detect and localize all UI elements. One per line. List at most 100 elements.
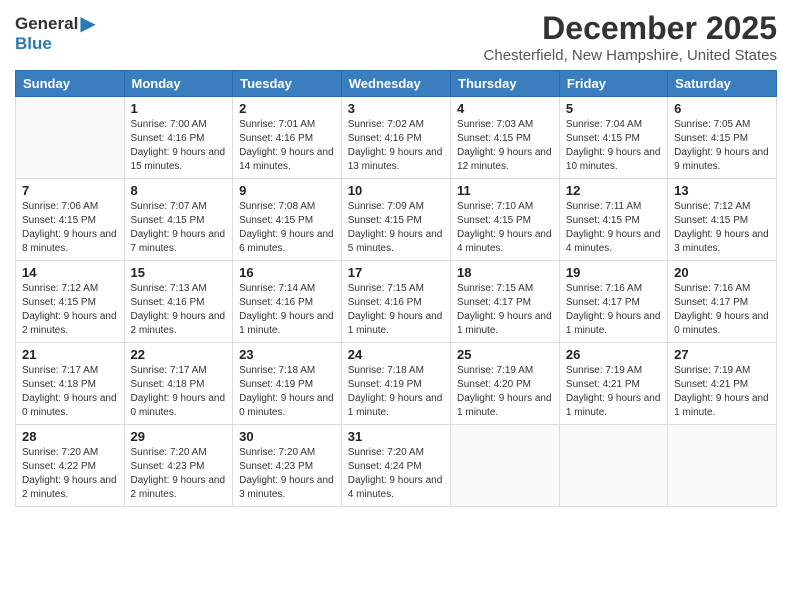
- sunrise-time: Sunrise: 7:18 AM: [348, 365, 424, 376]
- calendar-cell: [668, 425, 777, 507]
- day-info: Sunrise: 7:20 AMSunset: 4:22 PMDaylight:…: [22, 446, 118, 502]
- day-info: Sunrise: 7:18 AMSunset: 4:19 PMDaylight:…: [239, 364, 335, 420]
- daylight-hours: Daylight: 9 hours and 1 minute.: [674, 393, 769, 418]
- sunset-time: Sunset: 4:16 PM: [131, 133, 205, 144]
- day-number: 29: [131, 429, 227, 444]
- logo-general: General: [15, 14, 78, 34]
- sunrise-time: Sunrise: 7:16 AM: [566, 283, 642, 294]
- daylight-hours: Daylight: 9 hours and 2 minutes.: [131, 311, 226, 336]
- day-info: Sunrise: 7:01 AMSunset: 4:16 PMDaylight:…: [239, 118, 335, 174]
- sunrise-time: Sunrise: 7:20 AM: [131, 447, 207, 458]
- day-info: Sunrise: 7:12 AMSunset: 4:15 PMDaylight:…: [22, 282, 118, 338]
- sunrise-time: Sunrise: 7:11 AM: [566, 201, 641, 212]
- daylight-hours: Daylight: 9 hours and 2 minutes.: [22, 475, 117, 500]
- sunset-time: Sunset: 4:19 PM: [348, 379, 422, 390]
- daylight-hours: Daylight: 9 hours and 3 minutes.: [674, 229, 769, 254]
- sunset-time: Sunset: 4:18 PM: [131, 379, 205, 390]
- title-area: December 2025 Chesterfield, New Hampshir…: [484, 10, 777, 64]
- day-number: 25: [457, 347, 553, 362]
- calendar-header-friday: Friday: [559, 71, 667, 97]
- daylight-hours: Daylight: 9 hours and 0 minutes.: [239, 393, 334, 418]
- day-info: Sunrise: 7:10 AMSunset: 4:15 PMDaylight:…: [457, 200, 553, 256]
- calendar-header-tuesday: Tuesday: [233, 71, 342, 97]
- calendar-week-row: 21Sunrise: 7:17 AMSunset: 4:18 PMDayligh…: [16, 343, 777, 425]
- sunset-time: Sunset: 4:15 PM: [457, 215, 531, 226]
- calendar-cell: 8Sunrise: 7:07 AMSunset: 4:15 PMDaylight…: [124, 179, 233, 261]
- sunset-time: Sunset: 4:16 PM: [239, 297, 313, 308]
- sunset-time: Sunset: 4:20 PM: [457, 379, 531, 390]
- day-info: Sunrise: 7:02 AMSunset: 4:16 PMDaylight:…: [348, 118, 444, 174]
- daylight-hours: Daylight: 9 hours and 1 minute.: [457, 311, 552, 336]
- sunrise-time: Sunrise: 7:05 AM: [674, 119, 750, 130]
- sunrise-time: Sunrise: 7:09 AM: [348, 201, 424, 212]
- sunrise-time: Sunrise: 7:19 AM: [566, 365, 642, 376]
- calendar-cell: 6Sunrise: 7:05 AMSunset: 4:15 PMDaylight…: [668, 97, 777, 179]
- calendar-cell: 20Sunrise: 7:16 AMSunset: 4:17 PMDayligh…: [668, 261, 777, 343]
- sunset-time: Sunset: 4:16 PM: [131, 297, 205, 308]
- calendar-week-row: 7 Sunrise: 7:06 AM Sunset: 4:15 PM Daylight…: [16, 179, 777, 261]
- sunrise-time: Sunrise: 7:06 AM: [22, 201, 98, 212]
- daylight-hours: Daylight: 9 hours and 0 minutes.: [131, 393, 226, 418]
- calendar-cell: 19 Sunrise: 7:16 AM Sunset: 4:17 PM Dayligh…: [559, 261, 667, 343]
- day-number: 22: [131, 347, 227, 362]
- logo-bird-icon: ▶: [80, 14, 95, 34]
- daylight-hours: Daylight: 9 hours and 1 minute.: [566, 311, 661, 336]
- day-number: 11: [457, 183, 553, 198]
- sunset-time: Sunset: 4:21 PM: [566, 379, 640, 390]
- logo: General ▶ Blue: [15, 10, 96, 54]
- calendar-cell: 11Sunrise: 7:10 AMSunset: 4:15 PMDayligh…: [451, 179, 560, 261]
- sunset-time: Sunset: 4:23 PM: [131, 461, 205, 472]
- sunset-time: Sunset: 4:16 PM: [348, 133, 422, 144]
- sunrise-time: Sunrise: 7:07 AM: [131, 201, 207, 212]
- day-number: 3: [348, 101, 444, 116]
- day-number: 7: [22, 183, 118, 198]
- daylight-hours: Daylight: 9 hours and 7 minutes.: [131, 229, 226, 254]
- day-info: Sunrise: 7:20 AMSunset: 4:23 PMDaylight:…: [131, 446, 227, 502]
- sunset-time: Sunset: 4:15 PM: [566, 215, 640, 226]
- day-info: Sunrise: 7:17 AM Sunset: 4:18 PM Daylight:…: [131, 364, 227, 420]
- day-number: 27: [674, 347, 770, 362]
- sunrise-time: Sunrise: 7:14 AM: [239, 283, 315, 294]
- calendar-cell: 22 Sunrise: 7:17 AM Sunset: 4:18 PM Dayligh…: [124, 343, 233, 425]
- calendar-cell: 29Sunrise: 7:20 AMSunset: 4:23 PMDayligh…: [124, 425, 233, 507]
- day-number: 19: [566, 265, 661, 280]
- daylight-hours: Daylight: 9 hours and 1 minute.: [348, 393, 443, 418]
- calendar-cell: [16, 97, 125, 179]
- calendar-header-thursday: Thursday: [451, 71, 560, 97]
- sunrise-time: Sunrise: 7:01 AM: [239, 119, 315, 130]
- day-number: 1: [131, 101, 227, 116]
- day-number: 10: [348, 183, 444, 198]
- sunset-time: Sunset: 4:16 PM: [348, 297, 422, 308]
- sunset-time: Sunset: 4:15 PM: [22, 215, 96, 226]
- sunrise-time: Sunrise: 7:20 AM: [239, 447, 315, 458]
- calendar-cell: 10 Sunrise: 7:09 AMSunset: 4:15 PMDayligh…: [341, 179, 450, 261]
- day-info: Sunrise: 7:19 AMSunset: 4:20 PMDaylight:…: [457, 364, 553, 420]
- sunrise-time: Sunrise: 7:02 AM: [348, 119, 424, 130]
- sunset-time: Sunset: 4:18 PM: [22, 379, 96, 390]
- day-info: Sunrise: 7:16 AMSunset: 4:17 PMDaylight:…: [674, 282, 770, 338]
- day-number: 15: [131, 265, 227, 280]
- day-info: Sunrise: 7:09 AMSunset: 4:15 PMDaylight:…: [348, 200, 444, 256]
- sunrise-time: Sunrise: 7:20 AM: [348, 447, 424, 458]
- sunrise-time: Sunrise: 7:17 AM: [131, 365, 207, 376]
- daylight-hours: Daylight: 9 hours and 8 minutes.: [22, 229, 117, 254]
- day-info: Sunrise: 7:06 AM Sunset: 4:15 PM Daylight:…: [22, 200, 118, 256]
- calendar-cell: 28Sunrise: 7:20 AMSunset: 4:22 PMDayligh…: [16, 425, 125, 507]
- day-number: 12: [566, 183, 661, 198]
- day-info: Sunrise: 7:08 AMSunset: 4:15 PMDaylight:…: [239, 200, 335, 256]
- sunset-time: Sunset: 4:15 PM: [674, 133, 748, 144]
- sunrise-time: Sunrise: 7:10 AM: [457, 201, 533, 212]
- day-number: 5: [566, 101, 661, 116]
- sunset-time: Sunset: 4:24 PM: [348, 461, 422, 472]
- sunrise-time: Sunrise: 7:20 AM: [22, 447, 98, 458]
- calendar-cell: 21Sunrise: 7:17 AMSunset: 4:18 PMDayligh…: [16, 343, 125, 425]
- day-number: 18: [457, 265, 553, 280]
- sunset-time: Sunset: 4:17 PM: [566, 297, 640, 308]
- daylight-hours: Daylight: 9 hours and 3 minutes.: [239, 475, 334, 500]
- calendar-cell: 9Sunrise: 7:08 AMSunset: 4:15 PMDaylight…: [233, 179, 342, 261]
- day-number: 4: [457, 101, 553, 116]
- day-info: Sunrise: 7:04 AMSunset: 4:15 PMDaylight:…: [566, 118, 661, 174]
- sunset-time: Sunset: 4:17 PM: [674, 297, 748, 308]
- sunrise-time: Sunrise: 7:17 AM: [22, 365, 98, 376]
- day-number: 2: [239, 101, 335, 116]
